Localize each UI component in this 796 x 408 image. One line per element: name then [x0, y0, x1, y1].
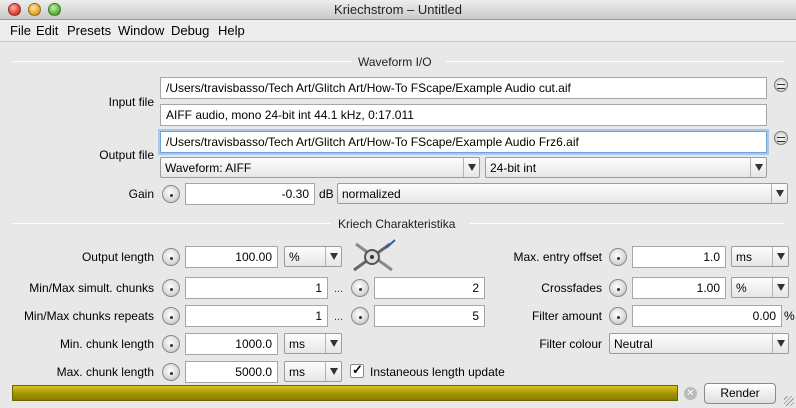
- gain-mode-value: normalized: [342, 187, 401, 201]
- max-chunk-length-unit-select[interactable]: ms: [284, 361, 342, 382]
- menu-presets[interactable]: Presets: [67, 23, 111, 38]
- min-chunk-length-unit-select[interactable]: ms: [284, 333, 342, 354]
- output-format-select[interactable]: Waveform: AIFF: [160, 157, 480, 178]
- max-entry-offset-field[interactable]: [632, 246, 726, 268]
- checkmark-icon: ✓: [352, 362, 363, 377]
- chevron-down-icon: [772, 278, 788, 297]
- chevron-down-icon: [325, 334, 341, 353]
- chunk-repeats-min-field[interactable]: [185, 305, 328, 327]
- max-chunk-length-field[interactable]: [185, 361, 278, 383]
- output-file-label: Output file: [99, 148, 154, 162]
- min-chunk-length-unit: ms: [289, 337, 305, 351]
- filter-colour-label: Filter colour: [539, 337, 602, 351]
- output-file-path-field[interactable]: [160, 131, 767, 153]
- chevron-down-icon: [772, 334, 788, 353]
- title-bar: Kriechstrom – Untitled: [0, 0, 796, 20]
- simult-chunks-min-field[interactable]: [185, 277, 328, 299]
- output-resolution-value: 24-bit int: [490, 161, 537, 175]
- menu-file[interactable]: File: [10, 23, 31, 38]
- menu-help[interactable]: Help: [218, 23, 245, 38]
- range-separator: ...: [334, 283, 344, 295]
- input-file-path-field[interactable]: [160, 77, 767, 99]
- simult-chunks-max-knob[interactable]: [351, 279, 369, 297]
- min-chunk-length-knob[interactable]: [162, 335, 180, 353]
- chunk-repeats-label: Min/Max chunks repeats: [23, 309, 154, 323]
- output-format-value: Waveform: AIFF: [165, 161, 252, 175]
- range-separator: ...: [334, 311, 344, 323]
- output-file-menu-icon[interactable]: [774, 131, 788, 145]
- output-length-knob[interactable]: [162, 248, 180, 266]
- chevron-down-icon: [463, 158, 479, 177]
- max-entry-offset-knob[interactable]: [609, 248, 627, 266]
- max-entry-offset-label: Max. entry offset: [513, 250, 602, 264]
- filter-colour-value: Neutral: [614, 337, 653, 351]
- window-title: Kriechstrom – Untitled: [334, 2, 462, 17]
- max-chunk-length-label: Max. chunk length: [56, 365, 154, 379]
- chunk-repeats-max-field[interactable]: [374, 305, 485, 327]
- menu-edit[interactable]: Edit: [36, 23, 58, 38]
- menu-debug[interactable]: Debug: [171, 23, 209, 38]
- filter-amount-field[interactable]: [632, 305, 782, 327]
- min-chunk-length-field[interactable]: [185, 333, 278, 355]
- output-length-label: Output length: [81, 250, 154, 264]
- simult-chunks-min-knob[interactable]: [162, 279, 180, 297]
- output-length-field[interactable]: [185, 246, 278, 268]
- filter-amount-knob[interactable]: [609, 307, 627, 325]
- chevron-down-icon: [325, 247, 341, 266]
- separator: [470, 223, 784, 224]
- gain-mode-select[interactable]: normalized: [337, 183, 788, 204]
- max-entry-offset-unit: ms: [736, 250, 752, 264]
- input-file-label: Input file: [108, 95, 154, 109]
- crossfades-label: Crossfades: [541, 281, 602, 295]
- input-file-info: AIFF audio, mono 24-bit int 44.1 kHz, 0:…: [160, 104, 767, 126]
- gain-unit: dB: [319, 187, 334, 201]
- output-length-unit: %: [289, 250, 300, 264]
- simult-chunks-max-field[interactable]: [374, 277, 485, 299]
- output-length-unit-select[interactable]: %: [284, 246, 342, 267]
- section-title-kriech: Kriech Charakteristika: [338, 217, 456, 231]
- crossfades-unit-select[interactable]: %: [731, 277, 789, 298]
- chevron-down-icon: [772, 247, 788, 266]
- section-title-waveform-io: Waveform I/O: [358, 55, 432, 69]
- progress-bar: [12, 385, 678, 401]
- tools-icon: [353, 239, 396, 272]
- input-file-menu-icon[interactable]: [774, 78, 788, 92]
- chunk-repeats-min-knob[interactable]: [162, 307, 180, 325]
- menu-window[interactable]: Window: [118, 23, 164, 38]
- filter-colour-select[interactable]: Neutral: [609, 333, 789, 354]
- gain-label: Gain: [128, 187, 154, 201]
- chunk-repeats-max-knob[interactable]: [351, 307, 369, 325]
- instantaneous-length-label: Instaneous length update: [370, 365, 505, 379]
- cancel-icon[interactable]: ✕: [684, 387, 697, 400]
- separator: [12, 61, 352, 62]
- instantaneous-length-checkbox[interactable]: ✓: [350, 362, 364, 378]
- crossfades-field[interactable]: [632, 277, 726, 299]
- output-resolution-select[interactable]: 24-bit int: [485, 157, 767, 178]
- max-chunk-length-knob[interactable]: [162, 363, 180, 381]
- menu-bar: File Edit Presets Window Debug Help: [0, 20, 796, 42]
- render-button[interactable]: Render: [704, 383, 776, 404]
- resize-grip-icon[interactable]: [784, 396, 794, 406]
- separator: [446, 61, 784, 62]
- chevron-down-icon: [771, 184, 787, 203]
- chevron-down-icon: [750, 158, 766, 177]
- simult-chunks-label: Min/Max simult. chunks: [29, 281, 154, 295]
- filter-amount-label: Filter amount: [531, 309, 602, 323]
- separator: [12, 223, 330, 224]
- max-chunk-length-unit: ms: [289, 365, 305, 379]
- crossfades-unit: %: [736, 281, 747, 295]
- max-entry-offset-unit-select[interactable]: ms: [731, 246, 789, 267]
- gain-knob[interactable]: [162, 185, 180, 203]
- gain-field[interactable]: [185, 183, 315, 205]
- crossfades-knob[interactable]: [609, 279, 627, 297]
- filter-amount-unit: %: [784, 309, 795, 323]
- min-chunk-length-label: Min. chunk length: [59, 337, 154, 351]
- chevron-down-icon: [325, 362, 341, 381]
